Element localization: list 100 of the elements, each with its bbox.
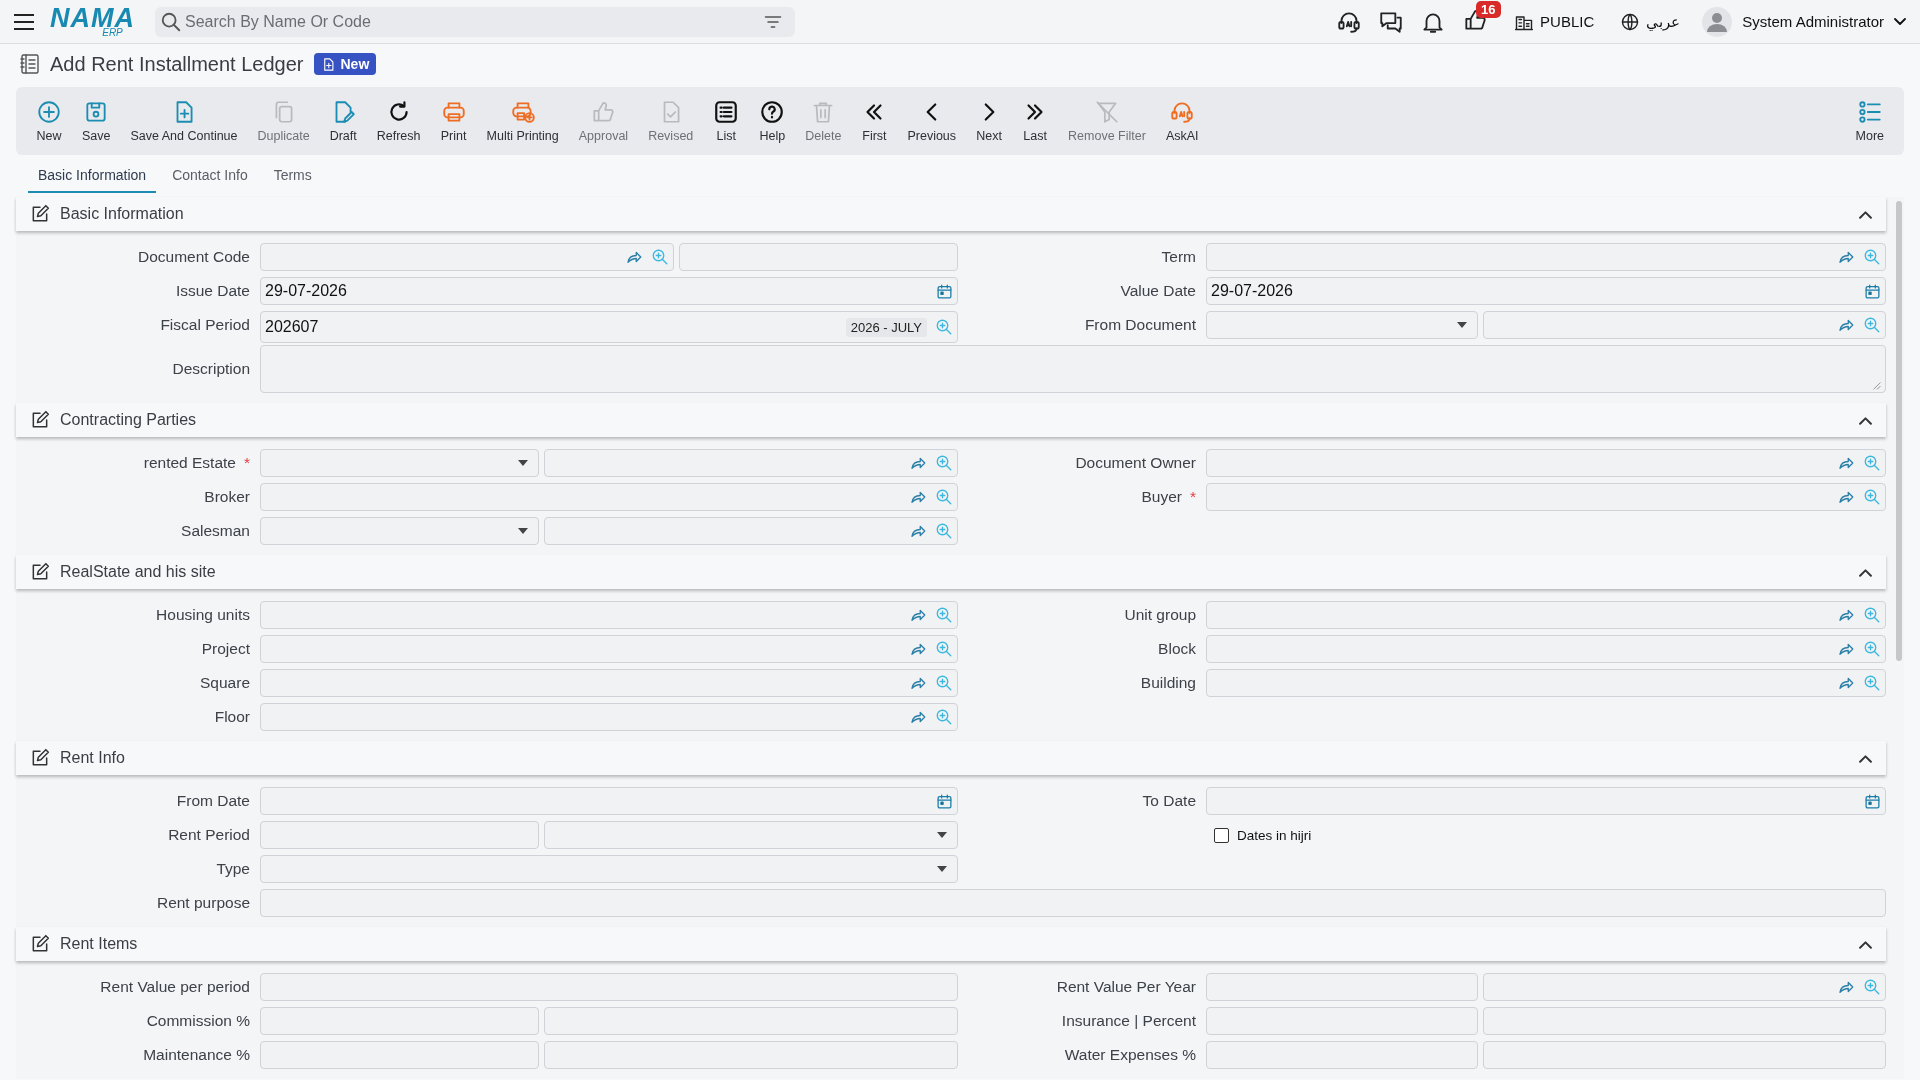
toolbar-button[interactable]: First: [851, 99, 898, 143]
input-field[interactable]: [260, 821, 540, 849]
lookup-field[interactable]: [1206, 243, 1886, 271]
lookup-field[interactable]: [1206, 449, 1886, 477]
toolbar-button[interactable]: Save And Continue: [120, 99, 248, 143]
input-field[interactable]: [1206, 1041, 1478, 1069]
chevron-up-icon[interactable]: [1859, 753, 1872, 763]
search-plus-icon[interactable]: [1863, 454, 1881, 472]
date-field[interactable]: [1206, 787, 1886, 815]
search-plus-icon[interactable]: [935, 318, 953, 336]
section-title: Contracting Parties: [60, 411, 197, 429]
search-plus-icon[interactable]: [935, 488, 953, 506]
toolbar-button[interactable]: Save: [72, 99, 121, 143]
user-menu[interactable]: System Administrator: [1702, 6, 1906, 37]
dropdown-field[interactable]: [260, 449, 540, 477]
lookup-field[interactable]: [1206, 669, 1886, 697]
lookup-field[interactable]: [260, 483, 958, 511]
toolbar-button[interactable]: Help: [749, 99, 796, 143]
chevron-up-icon[interactable]: [1859, 939, 1872, 949]
input-field[interactable]: [544, 1007, 958, 1035]
search-plus-icon[interactable]: [1863, 606, 1881, 624]
toolbar-button[interactable]: Last: [1012, 99, 1059, 143]
input-field[interactable]: [260, 1041, 540, 1069]
toolbar-button[interactable]: New: [26, 99, 72, 143]
input-field[interactable]: [260, 1007, 540, 1035]
toolbar-button[interactable]: Print: [430, 99, 477, 143]
search-field[interactable]: Search By Name Or Code: [155, 6, 795, 37]
lookup-field[interactable]: [1206, 601, 1886, 629]
input-field[interactable]: [260, 889, 1886, 917]
chevron-up-icon[interactable]: [1859, 415, 1872, 425]
calendar-icon[interactable]: [1864, 282, 1881, 300]
company-selector[interactable]: PUBLIC: [1514, 11, 1595, 32]
search-plus-icon[interactable]: [1863, 674, 1881, 692]
checkbox[interactable]: [1214, 827, 1229, 843]
text-area[interactable]: [260, 345, 1886, 393]
search-plus-icon[interactable]: [935, 640, 953, 658]
lookup-field[interactable]: [1206, 635, 1886, 663]
tab[interactable]: Contact Info: [162, 161, 258, 193]
dropdown-field[interactable]: [260, 517, 540, 545]
section-header[interactable]: Rent Info: [16, 741, 1886, 775]
search-plus-icon[interactable]: [1863, 488, 1881, 506]
toolbar-button[interactable]: Refresh: [366, 99, 431, 143]
toolbar-button[interactable]: Draft: [319, 99, 367, 143]
lookup-field[interactable]: [260, 669, 958, 697]
lookup-field[interactable]: [260, 635, 958, 663]
search-plus-icon[interactable]: [935, 522, 953, 540]
calendar-icon[interactable]: [1864, 792, 1881, 810]
lookup-field[interactable]: [260, 703, 958, 731]
calendar-icon[interactable]: [936, 282, 953, 300]
lookup-field[interactable]: [260, 601, 958, 629]
search-plus-icon[interactable]: [935, 708, 953, 726]
menu-icon[interactable]: [14, 13, 34, 30]
search-plus-icon[interactable]: [1863, 248, 1881, 266]
toolbar-button[interactable]: Previous: [897, 99, 967, 143]
search-plus-icon[interactable]: [935, 606, 953, 624]
input-field[interactable]: [1483, 1007, 1886, 1035]
search-plus-icon[interactable]: [1863, 640, 1881, 658]
date-field[interactable]: [260, 787, 958, 815]
language-selector[interactable]: عربي: [1620, 11, 1681, 32]
search-plus-icon[interactable]: [935, 454, 953, 472]
toolbar-button[interactable]: List: [703, 99, 750, 143]
section-header[interactable]: Basic Information: [16, 197, 1886, 231]
date-field[interactable]: 29-07-2026: [1206, 277, 1886, 305]
search-plus-icon[interactable]: [650, 248, 669, 266]
toolbar-button[interactable]: Next: [966, 99, 1013, 143]
lookup-field[interactable]: [1483, 311, 1886, 339]
tab[interactable]: Basic Information: [28, 161, 157, 193]
lookup-field[interactable]: [260, 243, 674, 271]
search-plus-icon[interactable]: [1863, 978, 1881, 996]
lookup-field[interactable]: 202607 2026 - JULY: [260, 311, 958, 343]
input-field[interactable]: [1206, 973, 1478, 1001]
input-field[interactable]: [260, 973, 958, 1001]
section-header[interactable]: Contracting Parties: [16, 403, 1886, 437]
section-header[interactable]: Rent Items: [16, 927, 1886, 961]
field-label: Fiscal Period: [160, 316, 250, 334]
lookup-field[interactable]: [544, 517, 958, 545]
chevron-up-icon[interactable]: [1859, 209, 1872, 219]
dropdown-field[interactable]: [1206, 311, 1478, 339]
toolbar-button[interactable]: Multi Printing: [476, 99, 569, 143]
section-title: Rent Items: [60, 935, 138, 953]
tab[interactable]: Terms: [263, 161, 322, 193]
dropdown-field[interactable]: [260, 855, 958, 883]
chevron-up-icon[interactable]: [1859, 567, 1872, 577]
field-label: Buyer: [1141, 488, 1182, 506]
lookup-field[interactable]: [544, 449, 958, 477]
dropdown-field[interactable]: [544, 821, 958, 849]
input-field[interactable]: [678, 243, 958, 271]
section-header[interactable]: RealState and his site: [16, 555, 1886, 589]
scrollbar[interactable]: [1896, 201, 1902, 661]
lookup-field[interactable]: [1206, 483, 1886, 511]
search-plus-icon[interactable]: [1863, 316, 1881, 334]
input-field[interactable]: [1206, 1007, 1478, 1035]
search-plus-icon[interactable]: [935, 674, 953, 692]
date-field[interactable]: 29-07-2026: [260, 277, 958, 305]
lookup-field[interactable]: [1483, 973, 1886, 1001]
input-field[interactable]: [1483, 1041, 1886, 1069]
more-button[interactable]: More: [1845, 99, 1894, 143]
toolbar-button[interactable]: AskAI: [1155, 99, 1209, 143]
input-field[interactable]: [544, 1041, 958, 1069]
calendar-icon[interactable]: [936, 792, 953, 810]
